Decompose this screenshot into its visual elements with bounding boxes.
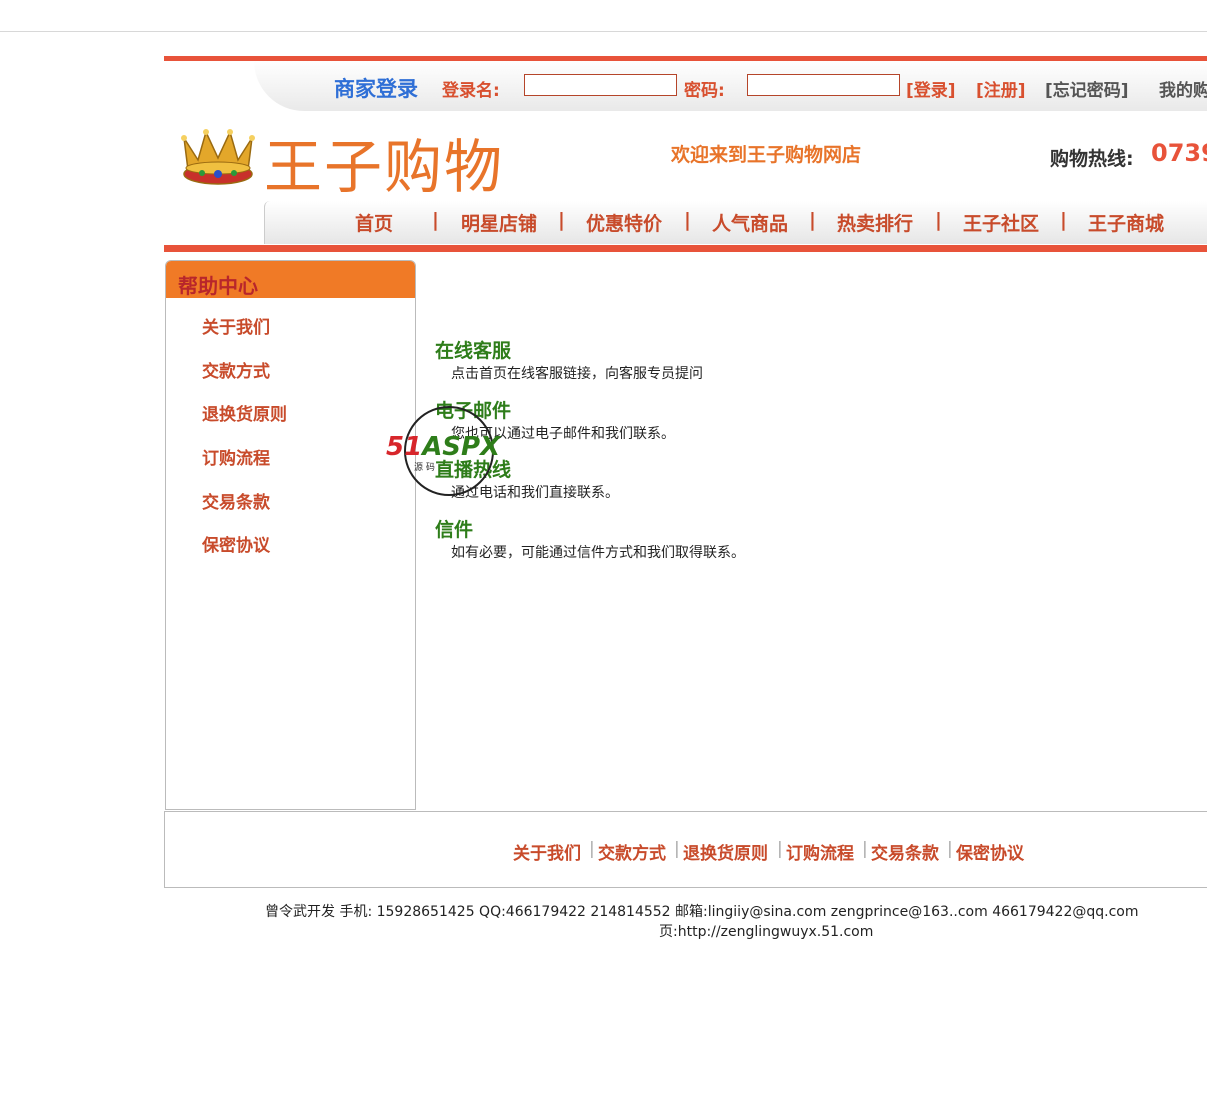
watermark-part1: 51 [386, 432, 423, 462]
password-input[interactable] [747, 74, 900, 96]
footer-separator: | [947, 839, 953, 859]
crown-icon [181, 129, 255, 185]
my-account-link[interactable]: 我的购 [1159, 76, 1207, 101]
section-desc-letter: 如有必要，可能通过信件方式和我们取得联系。 [451, 545, 745, 561]
watermark-sub: 源 码 [414, 463, 435, 473]
brand-name: 王子购物 [264, 133, 505, 201]
footer-link-privacy[interactable]: 保密协议 [956, 839, 1024, 864]
nav-separator: | [432, 209, 439, 231]
top-divider [0, 31, 1207, 32]
sidebar-item-payment[interactable]: 交款方式 [202, 357, 270, 382]
nav-bestsellers[interactable]: 热卖排行 [837, 209, 913, 236]
password-label: 密码: [684, 81, 725, 101]
sidebar-item-returns[interactable]: 退换货原则 [202, 400, 287, 425]
sidebar-title: 帮助中心 [178, 274, 258, 298]
login-bar: 商家登录 登录名: 密码: [登录] [注册] [忘记密码] 我的购 [164, 61, 1207, 111]
sidebar-header: 帮助中心 [166, 261, 415, 298]
nav-popular[interactable]: 人气商品 [712, 209, 788, 236]
nav-home[interactable]: 首页 [355, 209, 393, 236]
register-link[interactable]: [注册] [976, 76, 1026, 101]
nav-separator: | [809, 209, 816, 231]
forgot-password-link[interactable]: [忘记密码] [1045, 76, 1129, 101]
nav-separator: | [1060, 209, 1067, 231]
login-link[interactable]: [登录] [906, 76, 956, 101]
sidebar-item-terms[interactable]: 交易条款 [202, 488, 270, 513]
nav-separator: | [935, 209, 942, 231]
footer-link-payment[interactable]: 交款方式 [598, 839, 666, 864]
nav-specials[interactable]: 优惠特价 [586, 209, 662, 236]
username-label: 登录名: [442, 81, 500, 101]
nav-mall[interactable]: 王子商城 [1088, 209, 1164, 236]
section-title-online-service: 在线客服 [435, 340, 512, 362]
watermark-part2: ASPX [422, 432, 501, 462]
sidebar-item-privacy[interactable]: 保密协议 [202, 531, 270, 556]
copyright-line-2: 页:http://zenglingwuyx.51.com [659, 924, 874, 940]
welcome-text: 欢迎来到王子购物网店 [671, 144, 862, 166]
merchant-login-title: 商家登录 [334, 77, 418, 101]
footer-link-order-process[interactable]: 订购流程 [786, 839, 854, 864]
main-nav: 首页 | 明星店铺 | 优惠特价 | 人气商品 | 热卖排行 | 王子社区 | … [264, 201, 1207, 244]
nav-bottom-bar [164, 245, 1207, 252]
sidebar-item-about[interactable]: 关于我们 [202, 313, 270, 338]
sidebar-item-order-process[interactable]: 订购流程 [202, 444, 270, 469]
help-sidebar: 帮助中心 关于我们 交款方式 退换货原则 订购流程 交易条款 保密协议 [165, 260, 416, 810]
section-title-letter: 信件 [435, 519, 474, 541]
footer-links-box: 关于我们 | 交款方式 | 退换货原则 | 订购流程 | 交易条款 | 保密协议 [164, 811, 1207, 888]
copyright-line-1: 曾令武开发 手机: 15928651425 QQ:466179422 21481… [265, 904, 1139, 920]
nav-separator: | [558, 209, 565, 231]
footer-link-terms[interactable]: 交易条款 [871, 839, 939, 864]
section-desc-online-service: 点击首页在线客服链接，向客服专员提问 [451, 366, 703, 382]
hotline-label: 购物热线: [1050, 148, 1134, 170]
nav-star-shops[interactable]: 明星店铺 [461, 209, 537, 236]
watermark-logo: 51ASPX [386, 432, 500, 462]
footer-separator: | [674, 839, 680, 859]
footer-link-about[interactable]: 关于我们 [513, 839, 581, 864]
nav-separator: | [684, 209, 691, 231]
username-input[interactable] [524, 74, 677, 96]
footer-link-returns[interactable]: 退换货原则 [683, 839, 768, 864]
footer-separator: | [862, 839, 868, 859]
nav-community[interactable]: 王子社区 [963, 209, 1039, 236]
footer-separator: | [777, 839, 783, 859]
hotline-number: 0739 [1151, 139, 1207, 167]
footer-separator: | [589, 839, 595, 859]
